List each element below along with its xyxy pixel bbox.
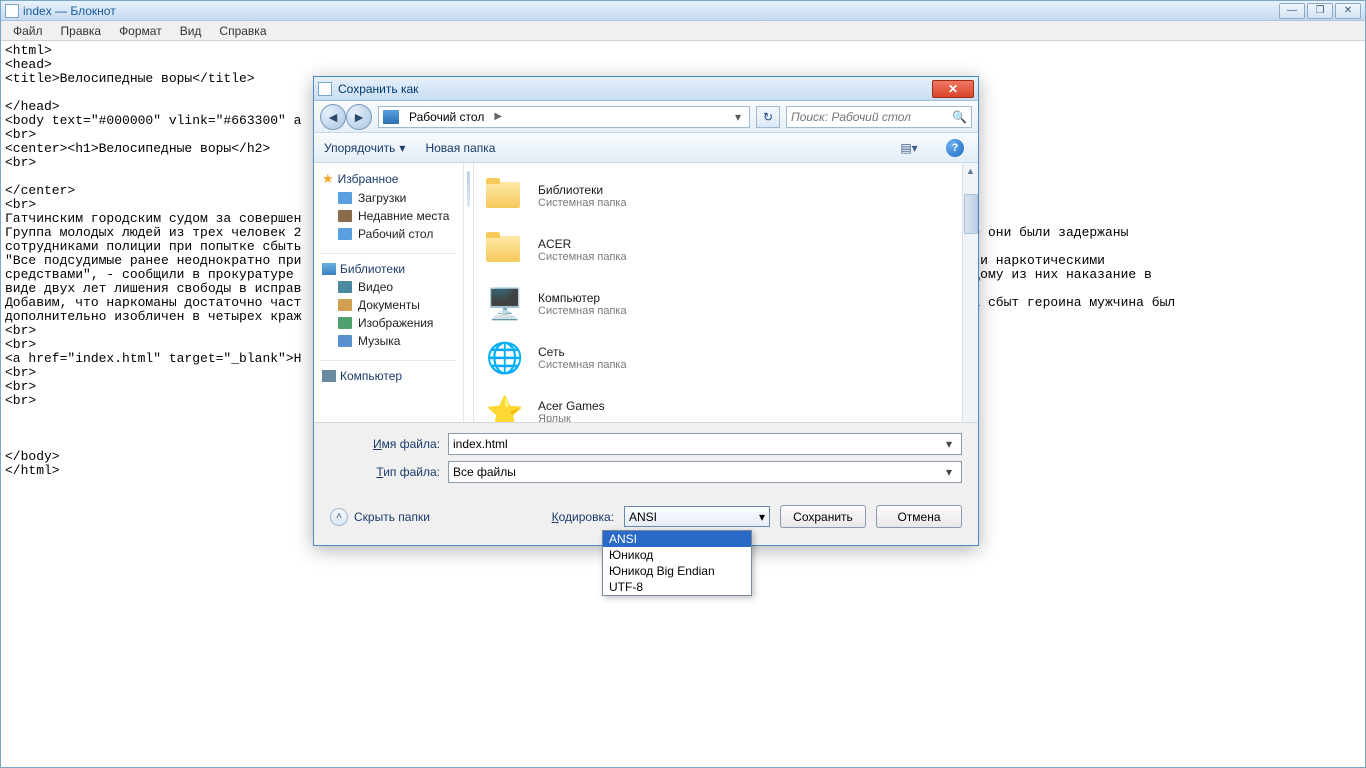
hide-folders-button[interactable]: ˄ Скрыть папки (330, 508, 430, 526)
item-acer[interactable]: ACERСистемная папка (484, 223, 968, 277)
address-dropdown-icon[interactable]: ▾ (731, 110, 745, 124)
encoding-dropdown: ANSI Юникод Юникод Big Endian UTF-8 (602, 530, 752, 596)
dialog-titlebar: Сохранить как ✕ (314, 77, 978, 101)
libraries-big-icon (484, 175, 526, 217)
pictures-icon (338, 317, 352, 329)
item-acer-games[interactable]: ⭐ Acer GamesЯрлык (484, 385, 968, 422)
nav-favorites-header[interactable]: ★Избранное (314, 169, 463, 189)
encoding-option-ansi[interactable]: ANSI (603, 531, 751, 547)
dialog-icon (318, 82, 332, 96)
cancel-button[interactable]: Отмена (876, 505, 962, 528)
navigation-pane: ★Избранное Загрузки Недавние места Рабоч… (314, 163, 464, 422)
chevron-down-icon[interactable]: ▾ (941, 465, 957, 479)
pane-divider[interactable] (464, 163, 474, 422)
dialog-navbar: ◄ ► Рабочий стол ▶ ▾ ↻ 🔍 (314, 101, 978, 133)
desktop-nav-icon (338, 228, 352, 240)
chevron-down-icon: ▾ (399, 141, 405, 155)
nav-back-button[interactable]: ◄ (320, 104, 346, 130)
menu-format[interactable]: Формат (111, 22, 170, 40)
nav-item-videos[interactable]: Видео (314, 278, 463, 296)
videos-icon (338, 281, 352, 293)
nav-arrows: ◄ ► (320, 104, 372, 130)
filetype-label: Тип файла: (330, 465, 440, 479)
new-folder-button[interactable]: Новая папка (425, 141, 495, 155)
minimize-button[interactable]: — (1279, 3, 1305, 19)
nav-libraries-header[interactable]: Библиотеки (314, 260, 463, 278)
notepad-titlebar: index — Блокнот — ❐ ✕ (1, 1, 1365, 21)
dialog-close-button[interactable]: ✕ (932, 80, 974, 98)
downloads-icon (338, 192, 352, 204)
search-icon[interactable]: 🔍 (952, 110, 967, 124)
nav-item-desktop[interactable]: Рабочий стол (314, 225, 463, 243)
user-big-icon (484, 229, 526, 271)
filetype-value: Все файлы (453, 465, 941, 479)
help-icon: ? (946, 139, 964, 157)
chevron-down-icon[interactable]: ▾ (759, 510, 765, 524)
dialog-title: Сохранить как (338, 82, 932, 96)
computer-icon (322, 370, 336, 382)
scroll-up-icon[interactable]: ▲ (964, 164, 978, 178)
file-fields: Имя файла: index.html ▾ Тип файла: Все ф… (314, 423, 978, 495)
nav-item-downloads[interactable]: Загрузки (314, 189, 463, 207)
item-libraries[interactable]: БиблиотекиСистемная папка (484, 169, 968, 223)
close-button[interactable]: ✕ (1335, 3, 1361, 19)
address-bar[interactable]: Рабочий стол ▶ ▾ (378, 106, 750, 128)
notepad-title: index — Блокнот (23, 4, 1279, 18)
refresh-button[interactable]: ↻ (756, 106, 780, 128)
libraries-icon (322, 263, 336, 275)
search-input[interactable] (791, 110, 952, 124)
scroll-thumb[interactable] (964, 194, 978, 234)
dialog-toolbar: Упорядочить ▾ Новая папка ▤▾ ? (314, 133, 978, 163)
content-pane: БиблиотекиСистемная папка ACERСистемная … (474, 163, 978, 422)
search-box[interactable]: 🔍 (786, 106, 972, 128)
nav-computer-header[interactable]: Компьютер (314, 367, 463, 385)
menu-view[interactable]: Вид (172, 22, 210, 40)
network-big-icon: 🌐 (484, 337, 526, 379)
save-button[interactable]: Сохранить (780, 505, 866, 528)
view-options-button[interactable]: ▤▾ (896, 137, 922, 159)
dialog-body: ★Избранное Загрузки Недавние места Рабоч… (314, 163, 978, 423)
path-segment[interactable]: Рабочий стол (403, 110, 490, 124)
nav-forward-button[interactable]: ► (346, 104, 372, 130)
menu-edit[interactable]: Правка (53, 22, 110, 40)
recent-icon (338, 210, 352, 222)
filename-label: Имя файла: (330, 437, 440, 451)
encoding-combo[interactable]: ANSI ▾ (624, 506, 770, 527)
encoding-option-utf8[interactable]: UTF-8 (603, 579, 751, 595)
notepad-icon (5, 4, 19, 18)
music-icon (338, 335, 352, 347)
filetype-combo[interactable]: Все файлы ▾ (448, 461, 962, 483)
computer-big-icon: 🖥️ (484, 283, 526, 325)
menubar: Файл Правка Формат Вид Справка (1, 21, 1365, 41)
desktop-icon (383, 110, 399, 124)
nav-item-documents[interactable]: Документы (314, 296, 463, 314)
games-big-icon: ⭐ (484, 391, 526, 422)
item-computer[interactable]: 🖥️ КомпьютерСистемная папка (484, 277, 968, 331)
encoding-label: Кодировка: (552, 510, 614, 524)
item-network[interactable]: 🌐 СетьСистемная папка (484, 331, 968, 385)
star-icon: ★ (322, 171, 334, 187)
maximize-button[interactable]: ❐ (1307, 3, 1333, 19)
chevron-up-icon: ˄ (330, 508, 348, 526)
save-as-dialog: Сохранить как ✕ ◄ ► Рабочий стол ▶ ▾ ↻ 🔍… (313, 76, 979, 546)
nav-item-music[interactable]: Музыка (314, 332, 463, 350)
nav-item-pictures[interactable]: Изображения (314, 314, 463, 332)
filename-value[interactable]: index.html (453, 437, 941, 451)
organize-button[interactable]: Упорядочить ▾ (324, 141, 405, 155)
encoding-option-unicode[interactable]: Юникод (603, 547, 751, 563)
chevron-right-icon[interactable]: ▶ (494, 111, 502, 122)
menu-help[interactable]: Справка (211, 22, 274, 40)
filename-combo[interactable]: index.html ▾ (448, 433, 962, 455)
encoding-option-unicode-be[interactable]: Юникод Big Endian (603, 563, 751, 579)
nav-item-recent[interactable]: Недавние места (314, 207, 463, 225)
window-controls: — ❐ ✕ (1279, 3, 1361, 19)
documents-icon (338, 299, 352, 311)
help-button[interactable]: ? (942, 137, 968, 159)
content-scrollbar[interactable]: ▲ (962, 163, 978, 422)
menu-file[interactable]: Файл (5, 22, 51, 40)
encoding-value: ANSI (629, 510, 759, 524)
chevron-down-icon[interactable]: ▾ (941, 437, 957, 451)
